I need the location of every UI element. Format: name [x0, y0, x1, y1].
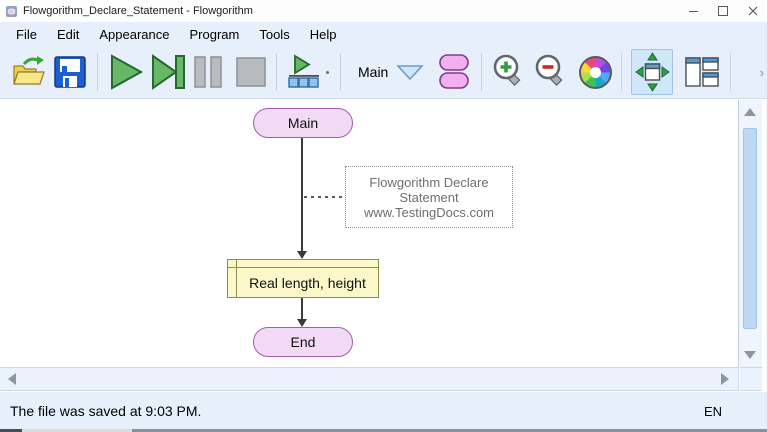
toolbar-separator	[481, 53, 483, 91]
toolbar-overflow-chevron[interactable]: ›	[760, 65, 764, 80]
end-node-label: End	[290, 334, 316, 350]
comment-connector	[304, 196, 346, 198]
open-button[interactable]	[10, 53, 48, 91]
chevron-down-icon	[396, 65, 425, 81]
fit-arrows-icon	[635, 52, 671, 92]
menu-program[interactable]: Program	[179, 24, 249, 45]
status-message: The file was saved at 9:03 PM.	[10, 403, 202, 419]
save-floppy-icon	[54, 56, 86, 88]
scroll-left-icon[interactable]	[8, 373, 16, 385]
flowchart-end-node[interactable]: End	[253, 327, 353, 357]
start-node-label: Main	[287, 115, 319, 131]
minimize-icon	[688, 10, 698, 12]
comment-line: www.TestingDocs.com	[363, 204, 495, 220]
open-folder-icon	[13, 56, 45, 85]
menu-file[interactable]: File	[6, 24, 47, 45]
toolbar-separator	[97, 53, 98, 91]
arrow-down-icon	[297, 251, 307, 259]
declare-node-label: Real length, height	[249, 274, 366, 291]
title-bar[interactable]: Flowgorithm_Declare_Statement - Flowgori…	[0, 0, 768, 22]
flowchart-canvas: Main Flowgorithm Declare Statement www.T…	[0, 100, 738, 367]
step-forward-icon	[152, 54, 185, 90]
toolbar-separator	[276, 53, 277, 91]
declare-statement-node[interactable]: Real length, height	[227, 259, 379, 298]
flow-line	[301, 298, 303, 319]
toolbar-separator	[730, 53, 732, 91]
vertical-scrollbar[interactable]	[738, 100, 762, 367]
vertical-scroll-thumb[interactable]	[743, 128, 757, 329]
app-icon	[6, 5, 17, 17]
save-button[interactable]	[52, 54, 88, 90]
horizontal-scrollbar[interactable]	[0, 367, 739, 391]
menu-tools[interactable]: Tools	[249, 24, 299, 45]
stop-button[interactable]	[235, 56, 267, 88]
pause-button[interactable]	[191, 54, 225, 90]
flow-line	[301, 138, 303, 251]
menu-appearance[interactable]: Appearance	[89, 24, 179, 45]
stop-icon	[236, 57, 266, 87]
flowgorithm-window: Flowgorithm_Declare_Statement - Flowgori…	[0, 0, 768, 432]
zoom-in-icon	[494, 54, 521, 86]
zoom-out-button[interactable]	[533, 53, 571, 91]
comment-line: Flowgorithm Declare	[369, 174, 489, 190]
menu-bar: File Edit Appearance Program Tools Help	[0, 22, 768, 46]
window-layout-button[interactable]	[683, 54, 721, 90]
comment-box[interactable]: Flowgorithm Declare Statement www.Testin…	[345, 166, 513, 228]
status-bar: The file was saved at 9:03 PM. EN	[0, 392, 768, 429]
play-icon	[111, 54, 144, 90]
fit-to-window-button[interactable]	[631, 49, 674, 95]
window-title: Flowgorithm_Declare_Statement - Flowgori…	[23, 5, 253, 17]
window-controls	[678, 0, 768, 22]
function-selector-label[interactable]: Main	[358, 64, 388, 80]
function-manager-button[interactable]	[436, 53, 472, 91]
maximize-button[interactable]	[708, 0, 738, 22]
scroll-right-icon[interactable]	[721, 373, 729, 385]
minimize-button[interactable]	[678, 0, 708, 22]
menu-edit[interactable]: Edit	[47, 24, 89, 45]
zoom-out-icon	[536, 54, 563, 86]
toolbar-separator	[621, 53, 623, 91]
toolbar: Main ›	[0, 46, 768, 99]
arrow-down-icon	[297, 319, 307, 327]
close-button[interactable]	[738, 0, 768, 22]
dropdown-dot-icon[interactable]	[326, 70, 329, 74]
step-button[interactable]	[149, 53, 187, 91]
function-shapes-icon	[439, 54, 470, 89]
close-icon	[748, 6, 758, 16]
maximize-icon	[718, 6, 728, 16]
color-wheel-icon	[579, 55, 613, 89]
scroll-up-icon[interactable]	[744, 108, 756, 116]
function-selector-dropdown[interactable]	[396, 63, 425, 81]
play-blocks-icon	[288, 54, 319, 88]
comment-line: Statement	[399, 189, 459, 205]
toolbar-separator	[340, 53, 341, 91]
scrollbar-corner	[740, 367, 762, 391]
language-indicator[interactable]: EN	[704, 404, 722, 419]
pause-icon	[194, 56, 222, 88]
zoom-in-button[interactable]	[491, 53, 529, 91]
menu-help[interactable]: Help	[300, 24, 347, 45]
flowchart-start-node[interactable]: Main	[253, 108, 353, 138]
run-options-button[interactable]	[286, 54, 322, 90]
run-button[interactable]	[107, 53, 145, 91]
chart-colors-button[interactable]	[579, 55, 613, 89]
scroll-down-icon[interactable]	[744, 351, 756, 359]
window-layout-icon	[685, 57, 720, 87]
